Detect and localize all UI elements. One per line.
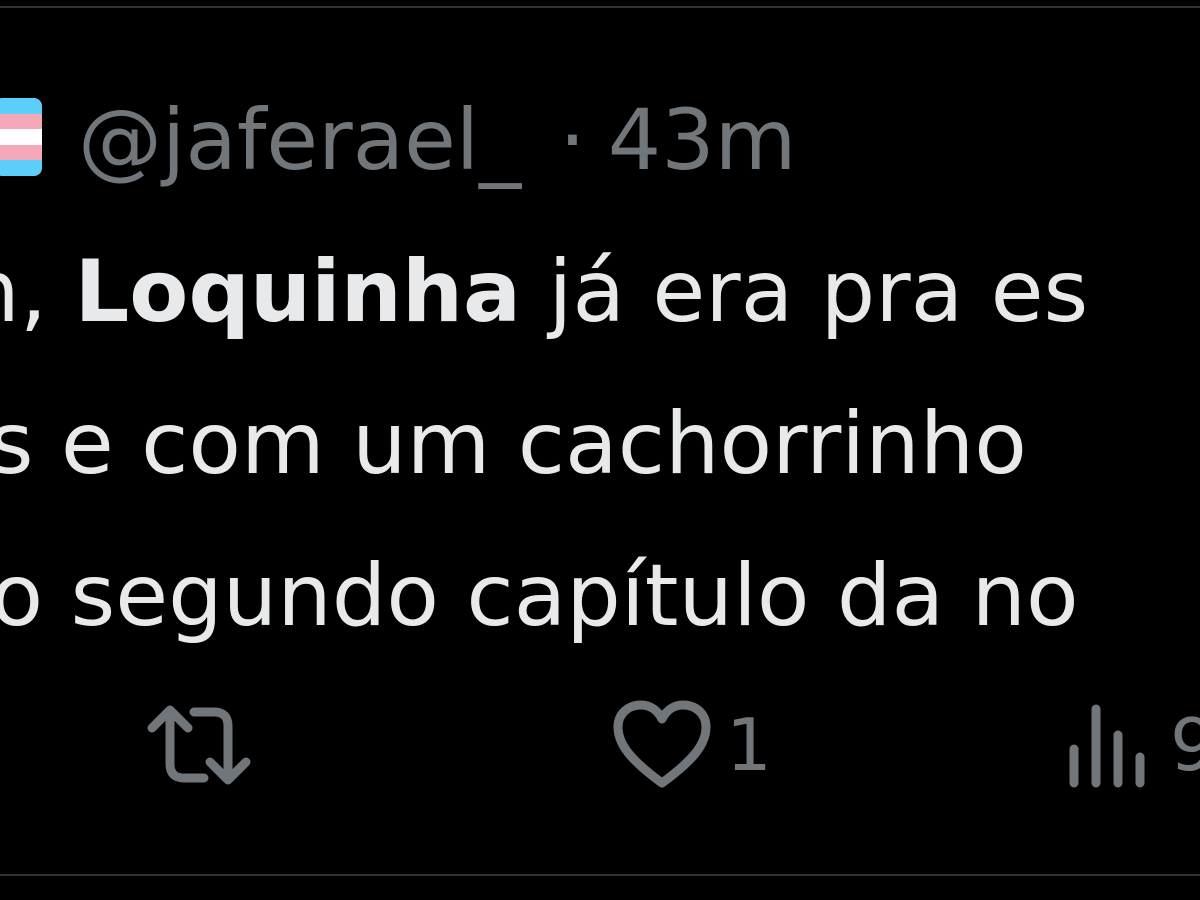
tweet-header: @jaferael_ · 43m: [78, 80, 797, 200]
like-count: 1: [726, 703, 772, 787]
views-icon: [1069, 704, 1145, 788]
retweet-button[interactable]: [140, 690, 272, 800]
timestamp[interactable]: 43m: [608, 91, 797, 189]
tweet-line: as e com um cachorrinho: [0, 394, 1027, 494]
flag-stripe: [0, 113, 42, 130]
bold-name: Loquinha: [74, 242, 522, 342]
views-count: 9: [1170, 703, 1200, 787]
separator-dot: ·: [559, 91, 586, 189]
retweet-icon: [147, 705, 251, 785]
tweet-line: no segundo capítulo da no: [0, 546, 1079, 646]
bottom-divider: [0, 874, 1200, 876]
tweet-text: m, Loquinha já era pra es as e com um ca…: [0, 216, 1088, 672]
views-button[interactable]: 9: [1066, 690, 1200, 800]
flag-stripe: [0, 144, 42, 161]
flag-stripe: [0, 98, 42, 114]
heart-icon: [613, 700, 711, 788]
like-button[interactable]: 1: [612, 690, 772, 800]
top-divider: [0, 6, 1200, 8]
flag-stripe: [0, 160, 42, 176]
tweet-text-segment: já era pra es: [521, 242, 1089, 342]
tweet-text-segment: m,: [0, 242, 48, 342]
tweet-line: m, Loquinha já era pra es: [0, 216, 1088, 368]
user-handle[interactable]: @jaferael_: [78, 91, 521, 189]
trans-flag-emoji-icon: [0, 98, 42, 176]
tweet-card: @jaferael_ · 43m m, Loquinha já era pra …: [0, 0, 1200, 900]
flag-stripe: [0, 129, 42, 145]
